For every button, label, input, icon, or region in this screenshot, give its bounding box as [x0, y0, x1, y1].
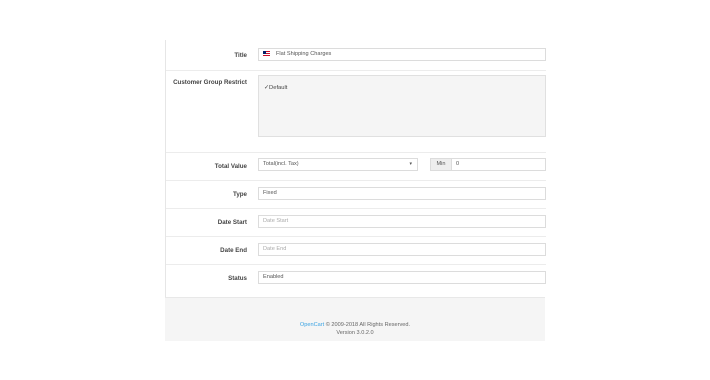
caret-down-icon: ▾ — [409, 161, 412, 167]
title-value: Flat Shipping Charges — [276, 51, 332, 57]
date-start-label: Date Start — [217, 219, 247, 226]
type-input[interactable]: Fixed — [258, 187, 546, 200]
type-row: Type Fixed — [166, 180, 546, 209]
date-start-row: Date Start Date Start — [166, 208, 546, 237]
status-select[interactable]: Enabled — [258, 271, 546, 284]
customer-group-label: Customer Group Restrict — [173, 79, 247, 86]
copyright-text: © 2009-2018 All Rights Reserved. — [324, 322, 411, 328]
footer-copyright: OpenCart © 2009-2018 All Rights Reserved… — [165, 322, 545, 328]
customer-group-option: Default — [269, 85, 288, 91]
total-value-selected: Total(incl. Tax) — [263, 161, 299, 167]
total-value-label: Total Value — [214, 163, 247, 170]
date-end-label: Date End — [220, 247, 247, 254]
customer-group-row: Customer Group Restrict ✓Default — [166, 70, 546, 153]
opencart-link[interactable]: OpenCart — [300, 322, 324, 328]
title-label: Title — [234, 52, 247, 59]
customer-group-checkbox[interactable]: ✓Default — [264, 84, 287, 91]
title-input[interactable]: Flat Shipping Charges — [258, 48, 546, 61]
customer-group-list: ✓Default — [258, 75, 546, 137]
title-row: Title Flat Shipping Charges — [166, 40, 546, 71]
date-end-row: Date End Date End — [166, 236, 546, 265]
total-value-row: Total Value Total(incl. Tax) ▾ Min 0 — [166, 152, 546, 181]
date-start-input[interactable]: Date Start — [258, 215, 546, 228]
uk-flag-icon — [263, 51, 270, 57]
min-value-input[interactable]: 0 — [451, 158, 546, 171]
min-addon: Min — [430, 158, 452, 171]
type-label: Type — [233, 191, 247, 198]
footer-version: Version 3.0.2.0 — [336, 330, 374, 336]
page-footer: OpenCart © 2009-2018 All Rights Reserved… — [165, 297, 545, 341]
date-end-input[interactable]: Date End — [258, 243, 546, 256]
form-panel: Title Flat Shipping Charges Customer Gro… — [165, 40, 546, 340]
total-value-select[interactable]: Total(incl. Tax) ▾ — [258, 158, 418, 171]
status-row: Status Enabled — [166, 264, 546, 292]
status-label: Status — [228, 275, 247, 282]
